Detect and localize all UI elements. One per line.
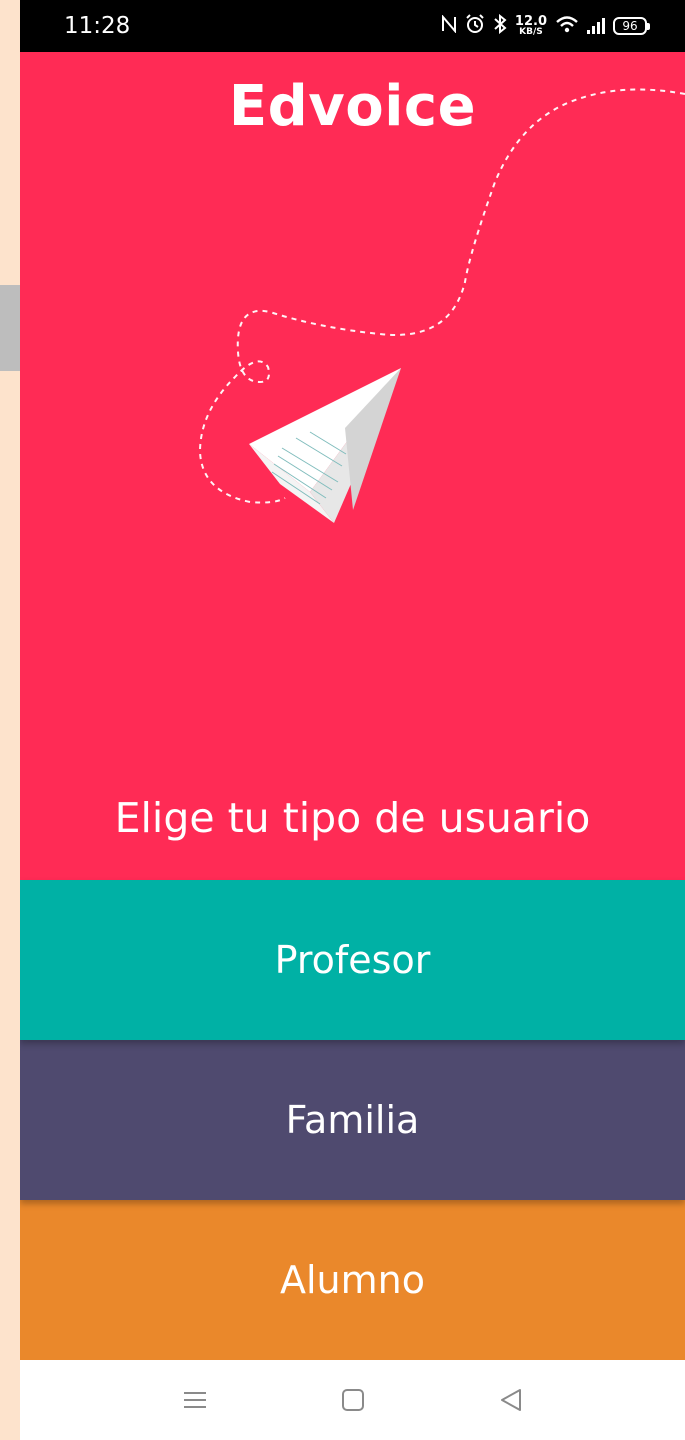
hero-banner: Edvoice Elige tu tipo de usuario: [20, 52, 685, 880]
status-icons: 12.0 KB/S 96: [441, 10, 650, 42]
paper-plane-icon: [249, 368, 401, 523]
battery-level: 96: [622, 19, 638, 33]
wifi-icon: [555, 15, 579, 37]
bluetooth-icon: [493, 13, 507, 38]
alumno-button-label: Alumno: [280, 1257, 425, 1302]
familia-button[interactable]: Familia: [20, 1040, 685, 1200]
status-bar: 11:28 12.0 KB/S 96: [20, 0, 685, 52]
home-icon[interactable]: [338, 1385, 368, 1415]
network-speed-unit: KB/S: [519, 27, 543, 37]
status-time: 11:28: [64, 13, 131, 39]
nfc-icon: [441, 14, 457, 37]
profesor-button[interactable]: Profesor: [20, 880, 685, 1040]
background-scroll-thumb: [0, 285, 20, 371]
system-nav-bar: [20, 1360, 685, 1440]
signal-icon: [587, 18, 605, 34]
user-type-prompt: Elige tu tipo de usuario: [114, 794, 591, 842]
menu-icon[interactable]: [180, 1385, 210, 1415]
alarm-icon: [465, 14, 485, 38]
alumno-button[interactable]: Alumno: [20, 1199, 685, 1360]
background-app-edge: [0, 0, 20, 1440]
familia-button-label: Familia: [285, 1098, 420, 1142]
phone-screen: 11:28 12.0 KB/S 96 Edvoice Elige tu tipo…: [20, 0, 685, 1440]
battery-icon: 96: [613, 17, 650, 35]
app-title: Edvoice: [228, 74, 477, 139]
back-icon[interactable]: [496, 1385, 526, 1415]
flight-path-illustration: [198, 88, 685, 523]
network-speed: 12.0 KB/S: [515, 15, 547, 37]
profesor-button-label: Profesor: [274, 938, 431, 982]
